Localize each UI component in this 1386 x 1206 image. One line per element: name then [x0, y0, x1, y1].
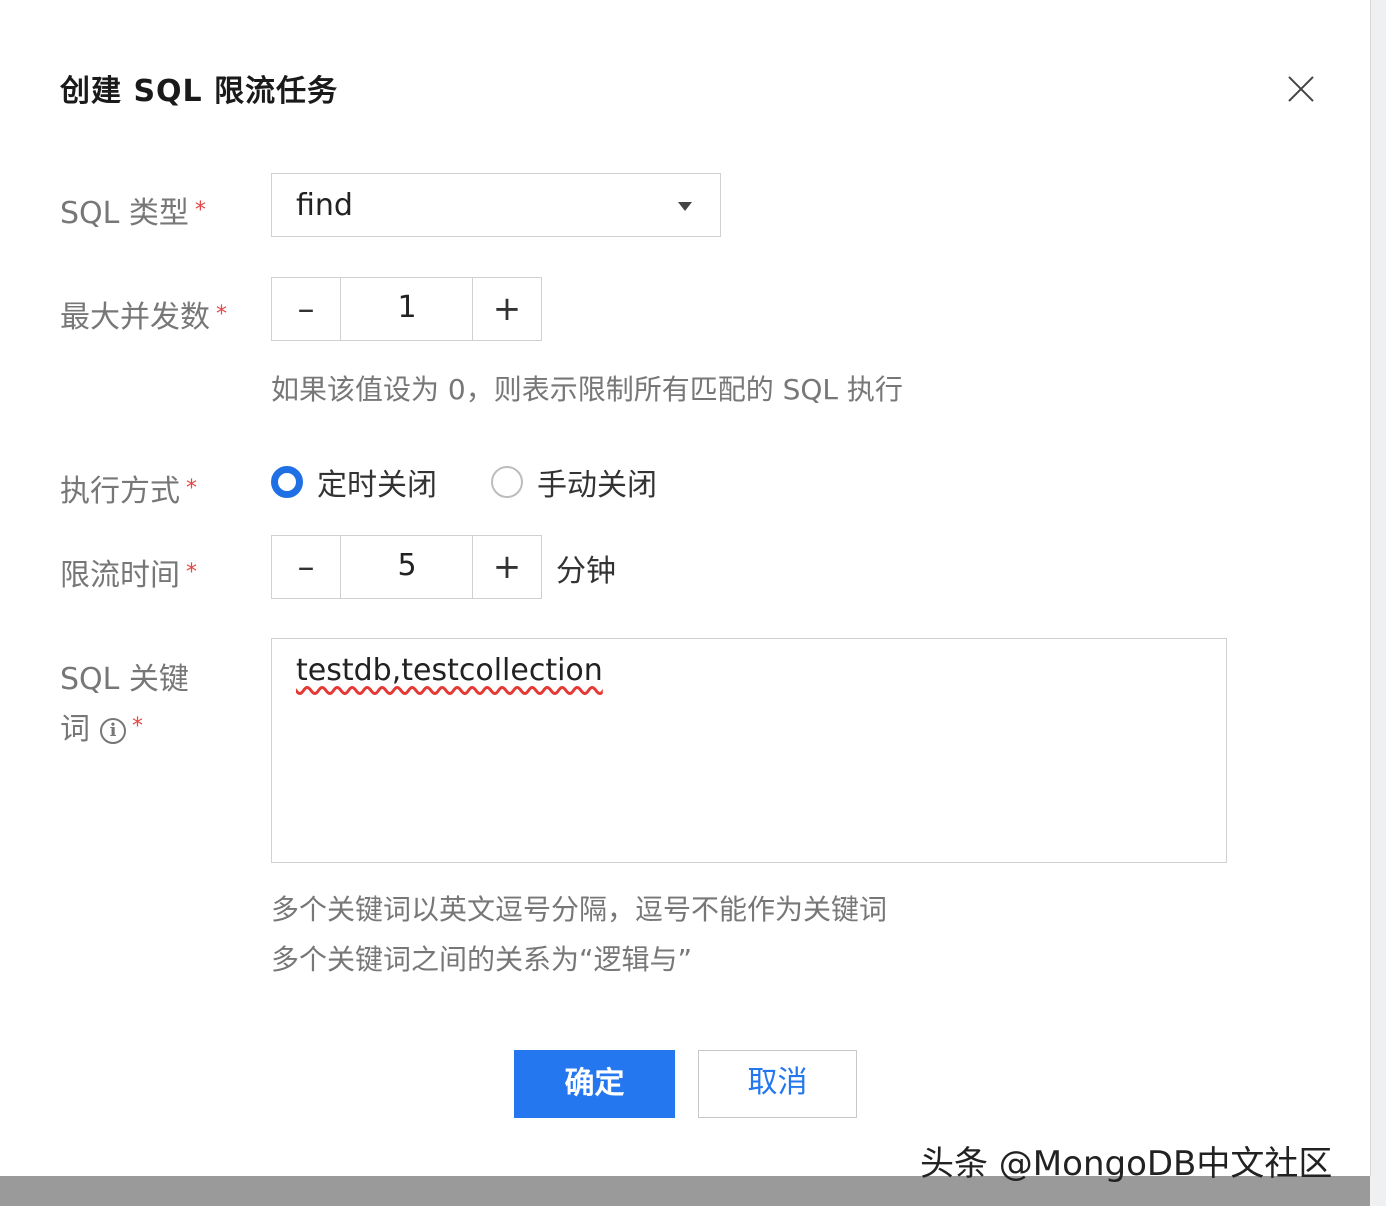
radio-scheduled-close[interactable]: 定时关闭 [271, 460, 437, 504]
radio-checked-icon [271, 466, 303, 498]
info-icon[interactable]: i [100, 717, 126, 744]
required-mark: * [194, 198, 206, 223]
close-icon[interactable] [1282, 70, 1320, 108]
required-mark: * [132, 714, 143, 739]
limit-time-unit: 分钟 [556, 554, 616, 589]
limit-time-input[interactable]: 5 [341, 536, 473, 598]
limit-time-label: 限流时间 * [60, 558, 197, 593]
required-mark: * [216, 302, 227, 327]
watermark: 头条 @MongoDB中文社区 [920, 1144, 1333, 1184]
sql-keywords-hint-2: 多个关键词之间的关系为“逻辑与” [271, 943, 693, 976]
confirm-button[interactable]: 确定 [514, 1050, 675, 1118]
sql-keywords-label: SQL 关键 [60, 662, 189, 697]
create-sql-limit-dialog: 创建 SQL 限流任务 SQL 类型 * find 最大并发数 * – 1 + 如果… [0, 0, 1371, 1184]
sql-keywords-hint-1: 多个关键词以英文逗号分隔，逗号不能作为关键词 [271, 893, 888, 926]
decrement-button[interactable]: – [272, 278, 341, 340]
max-concurrency-input[interactable]: 1 [341, 278, 473, 340]
max-concurrency-hint: 如果该值设为 0，则表示限制所有匹配的 SQL 执行 [271, 373, 903, 406]
limit-time-stepper: – 5 + [271, 535, 542, 599]
radio-label: 手动关闭 [537, 468, 657, 503]
sql-type-value: find [296, 188, 353, 223]
radio-label: 定时关闭 [317, 468, 437, 503]
radio-manual-close[interactable]: 手动关闭 [491, 460, 657, 504]
decrement-button[interactable]: – [272, 536, 341, 598]
sql-keywords-textarea[interactable]: testdb,testcollection [271, 638, 1227, 863]
background-panel [1370, 0, 1386, 1206]
max-concurrency-label: 最大并发数 * [60, 300, 227, 335]
radio-unchecked-icon [491, 466, 523, 498]
increment-button[interactable]: + [472, 278, 541, 340]
caret-down-icon [678, 202, 692, 211]
sql-keywords-label-cont: 词 i * [60, 712, 143, 747]
increment-button[interactable]: + [472, 536, 541, 598]
required-mark: * [186, 476, 197, 501]
sql-type-label: SQL 类型 * [60, 196, 206, 231]
exec-mode-label: 执行方式 * [60, 474, 197, 509]
cancel-button[interactable]: 取消 [698, 1050, 857, 1118]
dialog-title: 创建 SQL 限流任务 [60, 74, 339, 109]
required-mark: * [186, 560, 197, 585]
sql-type-select[interactable]: find [271, 173, 721, 237]
max-concurrency-stepper: – 1 + [271, 277, 542, 341]
sql-keywords-value: testdb,testcollection [296, 653, 603, 688]
